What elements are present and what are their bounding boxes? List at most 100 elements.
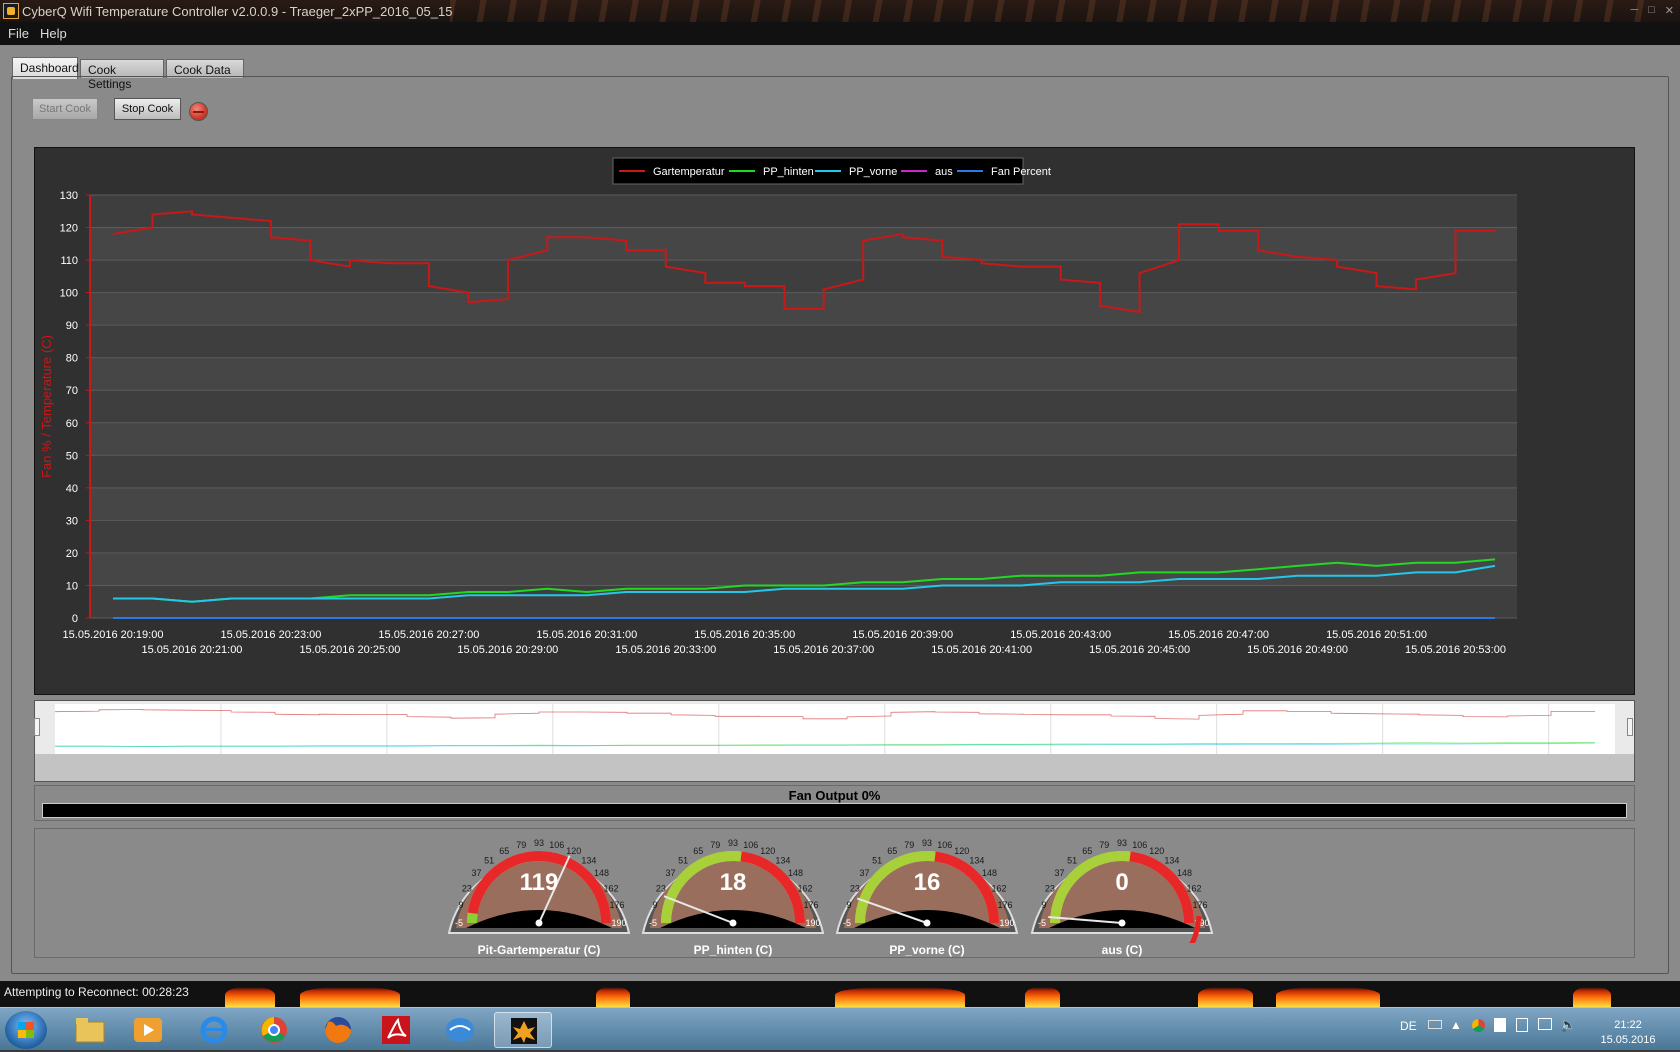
gauge-tick-label: 162 [798, 883, 813, 893]
chart-svg: 0 10 20 30 40 50 60 70 80 90 100 110 120 130 Fan % / T… [39, 157, 1517, 656]
keyboard-icon[interactable] [1428, 1020, 1442, 1029]
gauge-tick-label: 162 [604, 883, 619, 893]
gauge-tick-label: -5 [843, 918, 851, 928]
ie-icon[interactable] [190, 1012, 238, 1048]
gauge-dial: -5 9 23 3751 65 79 93 106120134 148 162 176 190 18 [641, 838, 825, 934]
system-tray: DE ▲ 🔈 21:22 15.05.2016 [1388, 1014, 1680, 1050]
gauge-tick-label: 93 [922, 838, 932, 848]
gauge-tick-label: 106 [743, 840, 758, 850]
gauge-tick-label: 120 [760, 846, 775, 856]
device-icon[interactable] [1516, 1018, 1528, 1032]
x-tick-label: 15.05.2016 20:29:00 [457, 644, 558, 656]
start-cook-button[interactable]: Start Cook [32, 98, 98, 120]
grid-band [90, 520, 1517, 553]
gauge-tick-label: 93 [728, 838, 738, 848]
gauge-tick-label: 148 [788, 868, 803, 878]
y-tick-label: 120 [60, 223, 78, 235]
x-tick-label: 15.05.2016 20:27:00 [378, 629, 479, 641]
temperature-chart[interactable]: 0 10 20 30 40 50 60 70 80 90 100 110 120 130 Fan % / T… [34, 147, 1635, 695]
gauge-tick-label: 148 [1177, 868, 1192, 878]
flag-icon[interactable] [1494, 1018, 1506, 1032]
chrome-tray-icon[interactable] [1472, 1019, 1485, 1032]
gauge-tick-label: 79 [516, 840, 526, 850]
close-icon[interactable]: ✕ [1665, 4, 1674, 17]
gauge-tick-label: 51 [678, 855, 688, 865]
menu-help[interactable]: Help [40, 26, 67, 41]
status-text: Attempting to Reconnect: 00:28:23 [4, 985, 189, 999]
grid-band [90, 585, 1517, 618]
navigator-line [55, 709, 1595, 720]
gauge-tick-label: 134 [969, 855, 984, 865]
navigator-left-handle[interactable] [34, 718, 40, 736]
gauge-tick-label: 134 [581, 855, 596, 865]
chart-navigator[interactable] [34, 700, 1635, 782]
gauge-dial: -5 9 23 3751 65 79 93 106120134 148 162 176 190 119 [447, 838, 631, 934]
gauge-tick-label: 176 [1192, 900, 1207, 910]
maximize-icon[interactable]: □ [1648, 4, 1655, 17]
y-tick-label: 110 [60, 255, 78, 267]
navigator-right-handle[interactable] [1627, 718, 1633, 736]
network-icon[interactable] [1538, 1018, 1552, 1030]
gauge-tick-label: -5 [649, 918, 657, 928]
y-tick-label: 80 [66, 353, 78, 365]
status-bar: Attempting to Reconnect: 00:28:23 [0, 981, 1680, 1007]
gauge-tick-label: 23 [656, 883, 666, 893]
gauge-tick-label: 106 [549, 840, 564, 850]
x-tick-label: 15.05.2016 20:43:00 [1010, 629, 1111, 641]
stop-cook-button[interactable]: Stop Cook [114, 98, 181, 120]
x-tick-label: 15.05.2016 20:19:00 [63, 629, 164, 641]
gauge-tick-label: 65 [1082, 846, 1092, 856]
gauge-label: PP_hinten (C) [693, 943, 773, 957]
gauge-tick-label: 190 [805, 918, 820, 928]
gauge-tick-label: 65 [693, 846, 703, 856]
y-tick-label: 70 [66, 385, 78, 397]
x-tick-label: 15.05.2016 20:37:00 [773, 644, 874, 656]
gauge-dial: -592337516579 93 1061201341481621761900 [1030, 838, 1214, 950]
x-tick-label: 15.05.2016 20:39:00 [852, 629, 953, 641]
cyberq-app-icon[interactable] [494, 1012, 552, 1048]
media-player-icon[interactable] [124, 1012, 172, 1048]
firefox-icon[interactable] [314, 1012, 362, 1048]
gauge-tick-label: 23 [1045, 883, 1055, 893]
mail-icon[interactable] [436, 1012, 484, 1048]
volume-icon[interactable]: 🔈 [1560, 1017, 1576, 1033]
title-bar-decoration [450, 0, 1650, 22]
navigator-scrollbar[interactable] [35, 754, 1634, 781]
y-tick-label: 90 [66, 320, 78, 332]
grid-band [90, 455, 1517, 488]
language-indicator[interactable]: DE [1400, 1019, 1417, 1033]
grid-band [90, 260, 1517, 293]
gauge-tick-label: 9 [652, 900, 657, 910]
y-tick-label: 30 [66, 515, 78, 527]
menu-file[interactable]: File [8, 26, 29, 41]
show-hidden-icon[interactable]: ▲ [1450, 1018, 1462, 1032]
gauge-2: -5 9 23 37 51 65 79 93 106 120 134 148 162 176 190 18 PP… [640, 830, 826, 960]
x-tick-label: 15.05.2016 20:45:00 [1089, 644, 1190, 656]
chrome-icon[interactable] [250, 1012, 298, 1048]
minimize-icon[interactable]: ─ [1630, 4, 1638, 17]
x-tick-label: 15.05.2016 20:41:00 [931, 644, 1032, 656]
gauge-tick-label: 120 [1149, 846, 1164, 856]
gauge-pivot [923, 919, 931, 927]
clock[interactable]: 21:22 15.05.2016 [1593, 1018, 1663, 1048]
gauge-tick-label: 37 [859, 868, 869, 878]
gauge-tick-label: 176 [609, 900, 624, 910]
taskbar: DE ▲ 🔈 21:22 15.05.2016 [0, 1007, 1680, 1050]
gauge-pivot [535, 919, 543, 927]
start-button[interactable] [5, 1011, 47, 1049]
grid-band [90, 325, 1517, 358]
window-title: CyberQ Wifi Temperature Controller v2.0.… [22, 4, 453, 19]
acrobat-icon[interactable] [372, 1012, 420, 1048]
gauge-value: 119 [520, 869, 559, 896]
y-axis-title: Fan % / Temperature (C) [39, 335, 54, 478]
stop-indicator-icon[interactable] [189, 102, 208, 121]
x-tick-label: 15.05.2016 20:25:00 [299, 644, 400, 656]
gauge-tick-label: 106 [937, 840, 952, 850]
app-icon [3, 3, 19, 19]
explorer-icon[interactable] [66, 1012, 114, 1048]
gauge-4: -5 9 23 37 51 65 79 93 106 120 134 148 162 176 190 0 aus… [1029, 830, 1215, 960]
clock-date: 15.05.2016 [1600, 1034, 1656, 1046]
menu-bar: File Help [0, 22, 1680, 45]
legend-item: aus [935, 166, 953, 178]
grid-band [90, 195, 1517, 228]
